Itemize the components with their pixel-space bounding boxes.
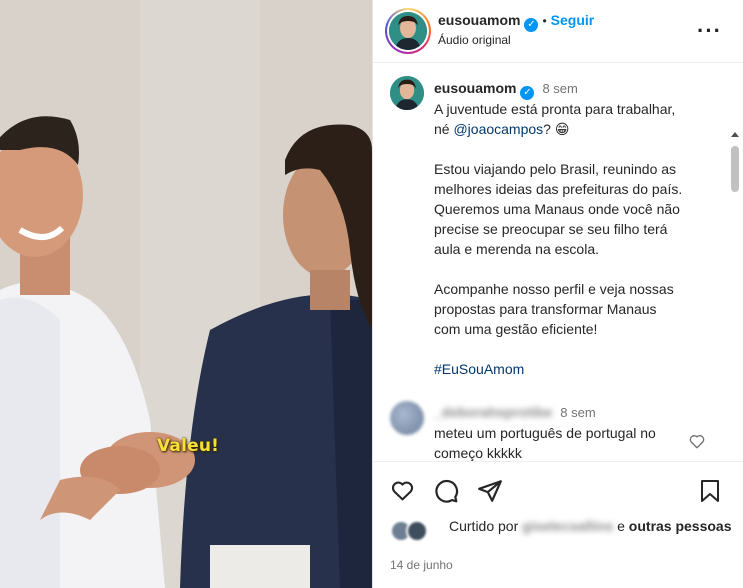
liker-username[interactable]: giselecsallins: [522, 518, 613, 534]
caption-paragraph3: Acompanhe nosso perfil e veja nossas pro…: [434, 281, 674, 337]
verified-icon: ✓: [524, 18, 539, 32]
hashtag-link[interactable]: #EuSouAmom: [434, 361, 524, 377]
caption-user-line: eusouamom ✓ 8 sem: [434, 80, 578, 100]
header-username[interactable]: eusouamom: [438, 12, 520, 28]
video-frame: [0, 0, 372, 588]
post-video[interactable]: Valeu!: [0, 0, 372, 588]
commenter-username[interactable]: _deborahsprotibe: [434, 404, 552, 420]
action-bar: [373, 470, 743, 510]
commenter-avatar[interactable]: [390, 401, 424, 435]
avatar[interactable]: [389, 12, 427, 50]
comment-time[interactable]: 8 sem: [560, 405, 595, 420]
heart-icon[interactable]: [389, 478, 416, 503]
likes-others-link[interactable]: outras pessoas: [629, 518, 732, 534]
caption-username[interactable]: eusouamom: [434, 80, 516, 96]
post-sidebar: eusouamom ✓ • Seguir Áudio original ··· eus…: [372, 0, 743, 588]
likes-prefix: Curtido por: [449, 518, 519, 534]
share-icon[interactable]: [477, 478, 503, 504]
caption-line2-pre: né: [434, 121, 454, 137]
caption-line1: A juventude está pronta para trabalhar,: [434, 101, 676, 117]
caption-avatar[interactable]: [390, 76, 424, 110]
post-date[interactable]: 14 de junho: [390, 558, 453, 572]
scroll-thumb[interactable]: [731, 146, 739, 192]
comment-user-line: _deborahsprotibe 8 sem: [434, 404, 596, 420]
likes-conjunction: e: [617, 518, 625, 534]
scrollbar[interactable]: [728, 128, 742, 461]
follow-button[interactable]: Seguir: [551, 12, 595, 28]
caption-time[interactable]: 8 sem: [542, 81, 577, 96]
header-user-line: eusouamom ✓ • Seguir: [438, 12, 594, 32]
liker-avatar[interactable]: [406, 520, 428, 542]
bookmark-icon[interactable]: [698, 478, 722, 504]
verified-icon: ✓: [520, 86, 535, 100]
comment-icon[interactable]: [433, 478, 459, 504]
more-options-icon[interactable]: ···: [697, 18, 722, 44]
post-header: eusouamom ✓ • Seguir Áudio original ···: [373, 0, 743, 63]
video-caption-overlay: Valeu!: [157, 436, 220, 456]
comment-item: _deborahsprotibe 8 sem meteu um português…: [373, 396, 743, 461]
caption-text: A juventude está pronta para trabalhar, …: [434, 99, 724, 379]
comments-panel[interactable]: eusouamom ✓ 8 sem A juventude está pronta …: [373, 64, 743, 462]
caption-line2-post: ? 😁: [543, 121, 570, 137]
story-ring[interactable]: [385, 8, 431, 54]
likes-summary: Curtido por giselecsallins e outras pess…: [373, 513, 743, 557]
audio-label[interactable]: Áudio original: [438, 33, 511, 47]
comment-text: meteu um português de portugal no começo…: [434, 425, 656, 461]
scroll-up-arrow-icon[interactable]: [731, 132, 739, 137]
mention-link[interactable]: @joaocampos: [453, 121, 543, 137]
likes-text: Curtido por giselecsallins e outras pess…: [449, 516, 739, 536]
caption-paragraph2: Estou viajando pelo Brasil, reunindo as …: [434, 161, 683, 257]
separator-dot: •: [542, 14, 547, 28]
comment-like-icon[interactable]: [688, 432, 706, 450]
